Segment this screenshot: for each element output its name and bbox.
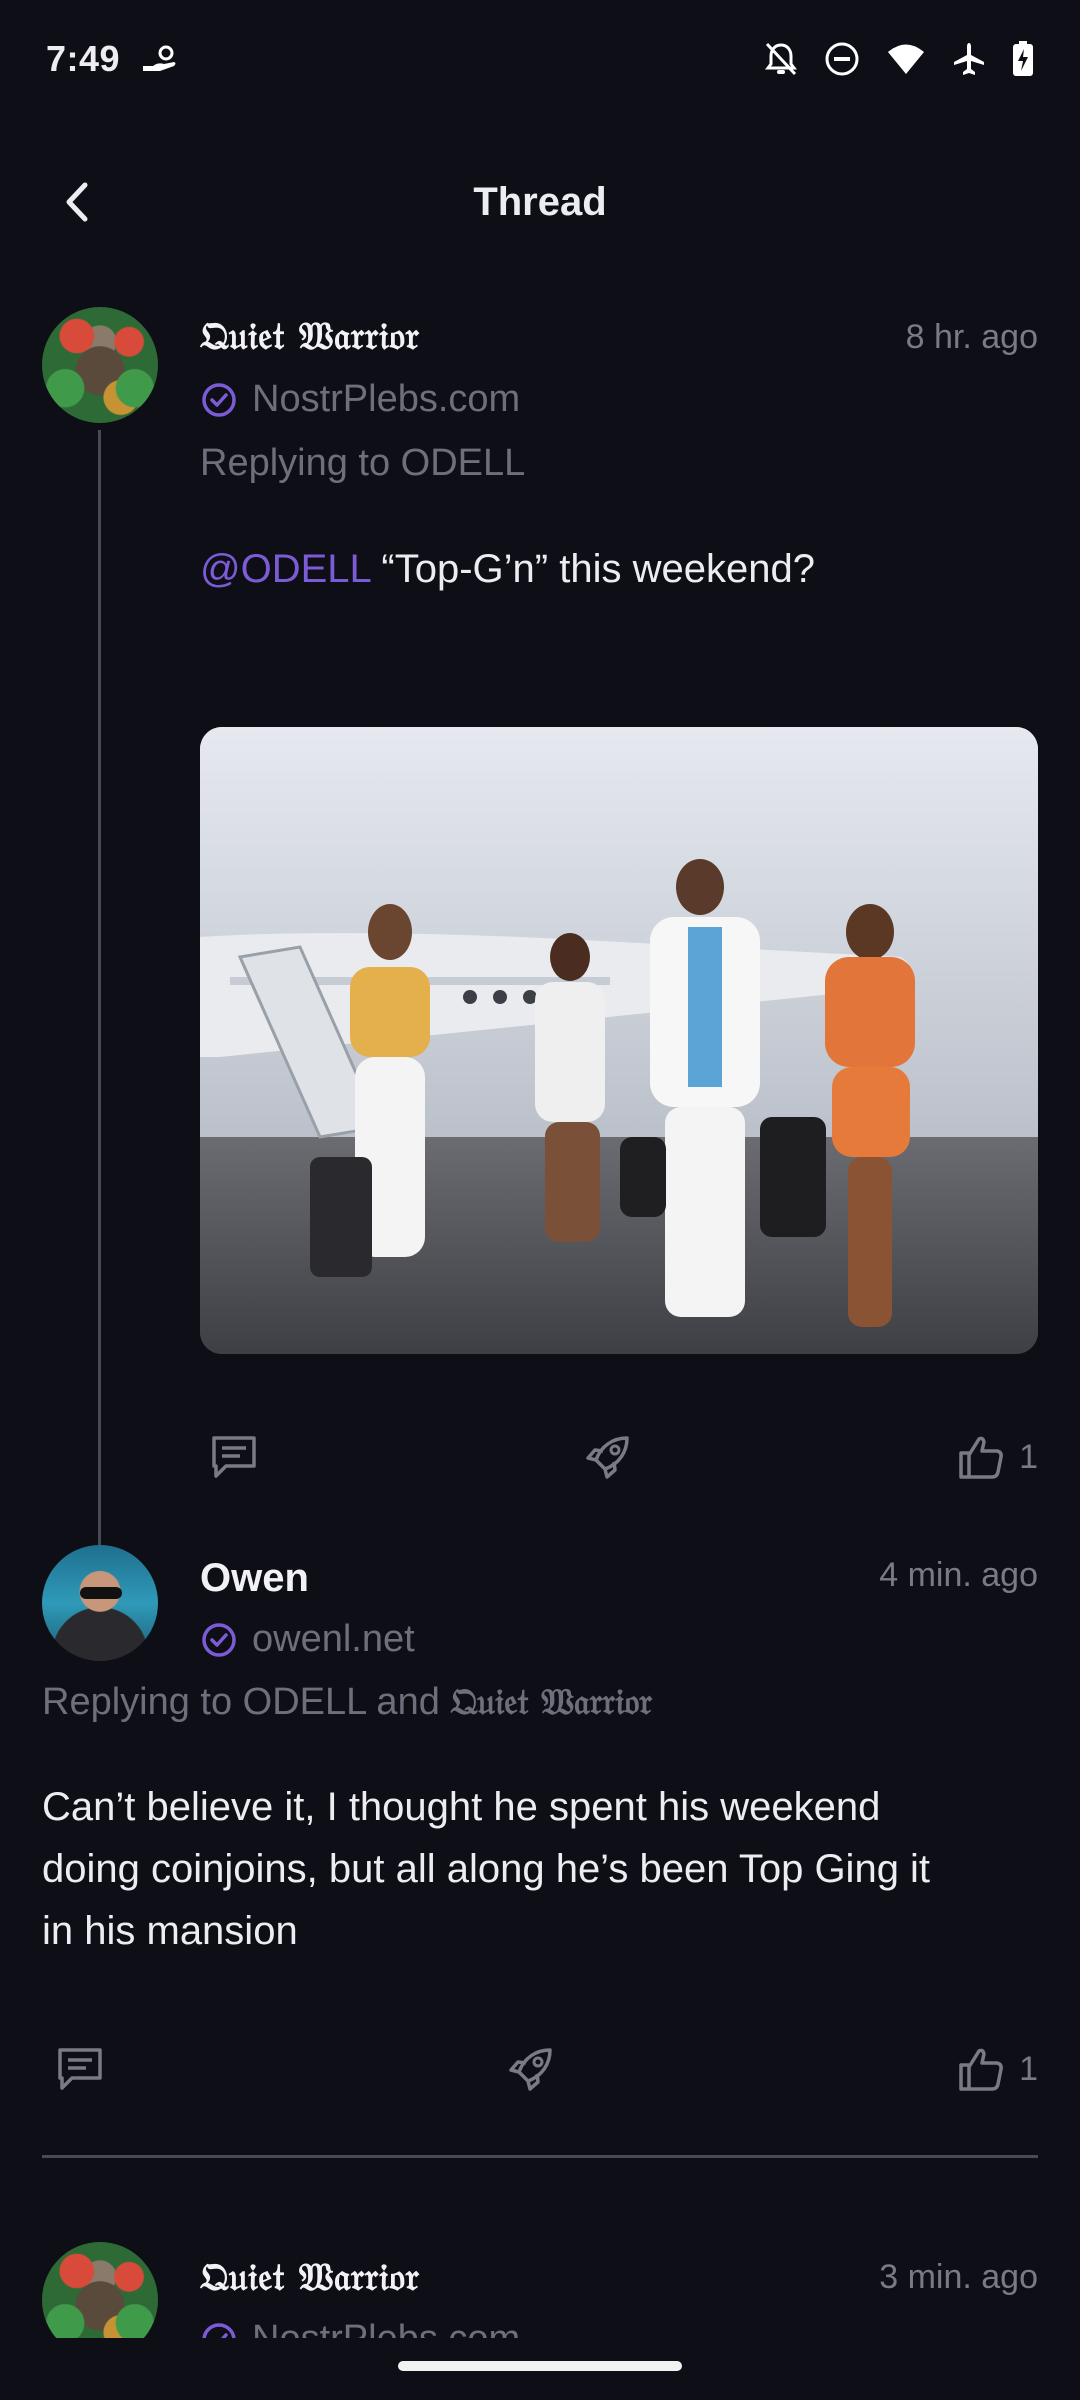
replying-prefix: Replying to ODELL and (42, 1681, 451, 1723)
replying-name[interactable]: 𝔔𝔲𝔦𝔢𝔱 𝔚𝔞𝔯𝔯𝔦𝔬𝔯 (450, 1681, 652, 1723)
verified-check-icon (202, 382, 236, 417)
page-title: Thread (473, 179, 607, 224)
verified-check-icon (202, 1622, 236, 1657)
like-button[interactable]: 1 (957, 2045, 1038, 2093)
status-right (764, 41, 1034, 77)
avatar[interactable] (42, 307, 158, 423)
post-text-line: in his mansion (42, 1909, 298, 1953)
post-time: 8 hr. ago (905, 318, 1038, 356)
post-actions: 1 (56, 2044, 1038, 2094)
thumbs-up-icon (959, 2048, 1003, 2091)
hand-coin-icon (140, 44, 180, 74)
replying-to: Replying to ODELL and 𝔔𝔲𝔦𝔢𝔱 𝔚𝔞𝔯𝔯𝔦𝔬𝔯 (42, 1681, 652, 1724)
verified-check-icon (202, 2322, 236, 2338)
nip05-verification: NostrPlebs.com (200, 2318, 520, 2338)
comment-icon (212, 1436, 256, 1478)
post-text-line: Can’t believe it, I thought he spent his… (42, 1785, 881, 1829)
thumbs-up-icon (959, 1436, 1003, 1479)
like-count: 1 (1019, 1437, 1038, 1476)
post-text: “Top-G’n” this weekend? (370, 547, 815, 591)
chevron-left-icon (66, 182, 88, 222)
comment-icon (58, 2048, 102, 2090)
reply-button[interactable] (56, 2046, 104, 2092)
rocket-icon (585, 1436, 629, 1479)
gesture-nav-handle[interactable] (398, 2361, 682, 2371)
reply-button[interactable] (210, 1434, 258, 1480)
post-time: 3 min. ago (879, 2258, 1038, 2296)
image-content (200, 727, 1038, 1354)
airplane-icon (952, 41, 986, 77)
post-actions: 1 (210, 1432, 1038, 1482)
notifications-off-icon (764, 41, 798, 77)
avatar[interactable] (42, 2242, 158, 2338)
author-name[interactable]: 𝔔𝔲𝔦𝔢𝔱 𝔚𝔞𝔯𝔯𝔦𝔬𝔯 (200, 2254, 419, 2300)
status-time: 7:49 (46, 38, 121, 79)
nip05-domain: NostrPlebs.com (252, 2318, 520, 2338)
nip05-verification: owenl.net (200, 1618, 415, 1661)
author-name[interactable]: Owen (200, 1556, 309, 1601)
nip05-verification: NostrPlebs.com (200, 378, 520, 421)
post-text-line: doing coinjoins, but all along he’s been… (42, 1847, 931, 1891)
replying-to: Replying to ODELL (200, 442, 526, 484)
do-not-disturb-icon (824, 41, 860, 77)
thread-connector (98, 430, 101, 1555)
like-button[interactable]: 1 (957, 1433, 1038, 1481)
battery-charging-icon (1012, 41, 1034, 77)
wifi-icon (886, 43, 926, 75)
post-content: @ODELL “Top-G’n” this weekend? (200, 538, 815, 600)
like-count: 1 (1019, 2049, 1038, 2088)
nip05-domain: owenl.net (252, 1618, 415, 1660)
back-button[interactable] (48, 172, 108, 232)
post-time: 4 min. ago (879, 1556, 1038, 1594)
status-bar: 7:49 (0, 0, 1080, 118)
boost-button[interactable] (506, 2044, 556, 2094)
nip05-domain: NostrPlebs.com (252, 378, 521, 420)
rocket-icon (508, 2048, 552, 2091)
status-left: 7:49 (46, 38, 180, 80)
post-content: Can’t believe it, I thought he spent his… (42, 1776, 1042, 1962)
top-app-bar: Thread (0, 150, 1080, 254)
avatar[interactable] (42, 1545, 158, 1661)
author-name[interactable]: 𝔔𝔲𝔦𝔢𝔱 𝔚𝔞𝔯𝔯𝔦𝔬𝔯 (200, 313, 419, 359)
mention-link[interactable]: @ODELL (200, 547, 370, 591)
boost-button[interactable] (583, 1432, 633, 1482)
post-3-clip: 𝔔𝔲𝔦𝔢𝔱 𝔚𝔞𝔯𝔯𝔦𝔬𝔯 3 min. ago NostrPlebs.com (0, 2220, 1080, 2338)
post-image[interactable] (200, 727, 1038, 1354)
post-divider (42, 2155, 1038, 2158)
